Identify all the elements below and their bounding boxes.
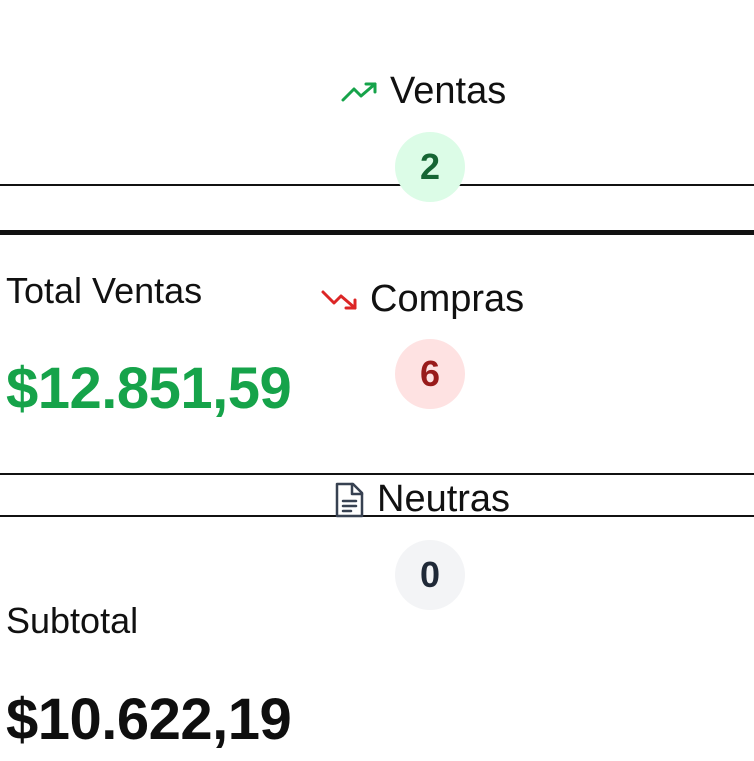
trending-down-icon xyxy=(320,288,358,312)
neutras-count: 0 xyxy=(419,554,441,595)
compras-count-badge: 6 xyxy=(395,339,465,409)
document-icon xyxy=(333,481,365,519)
divider xyxy=(0,473,754,475)
subtotal-amount: $10.622,19 xyxy=(6,687,292,752)
subtotal-label: Subtotal xyxy=(6,600,139,641)
total-ventas-label: Total Ventas xyxy=(6,270,203,311)
ventas-count: 2 xyxy=(419,146,441,187)
divider xyxy=(0,184,754,186)
ventas-header: Ventas xyxy=(340,70,506,113)
compras-label: Compras xyxy=(370,278,525,320)
ventas-count-badge: 2 xyxy=(395,132,465,202)
neutras-header: Neutras xyxy=(333,478,510,521)
neutras-label: Neutras xyxy=(377,478,511,520)
ventas-label: Ventas xyxy=(390,70,507,112)
trending-up-icon xyxy=(340,80,378,104)
compras-count: 6 xyxy=(419,353,441,394)
compras-header: Compras xyxy=(320,278,524,321)
divider xyxy=(0,230,754,235)
neutras-count-badge: 0 xyxy=(395,540,465,610)
total-ventas-amount: $12.851,59 xyxy=(6,356,292,421)
